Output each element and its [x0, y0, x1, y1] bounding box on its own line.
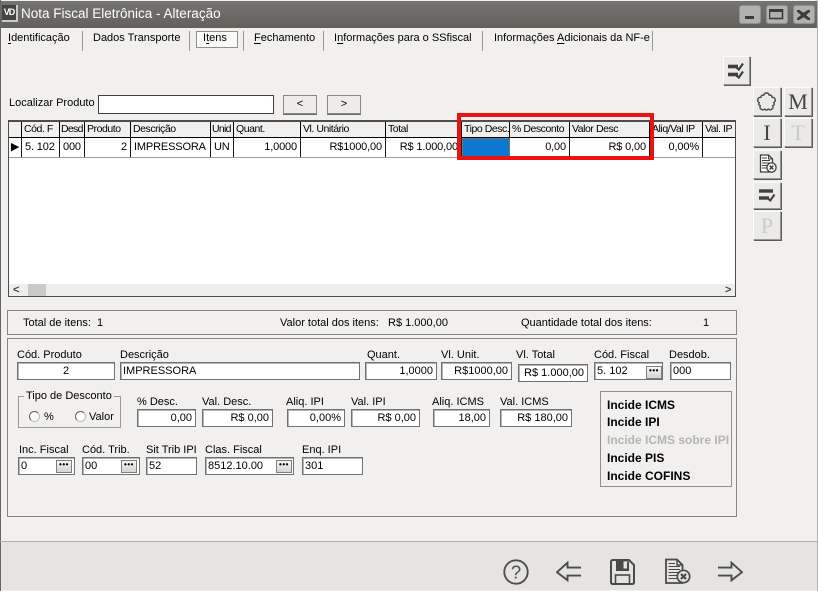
- svg-text:?: ?: [511, 562, 521, 583]
